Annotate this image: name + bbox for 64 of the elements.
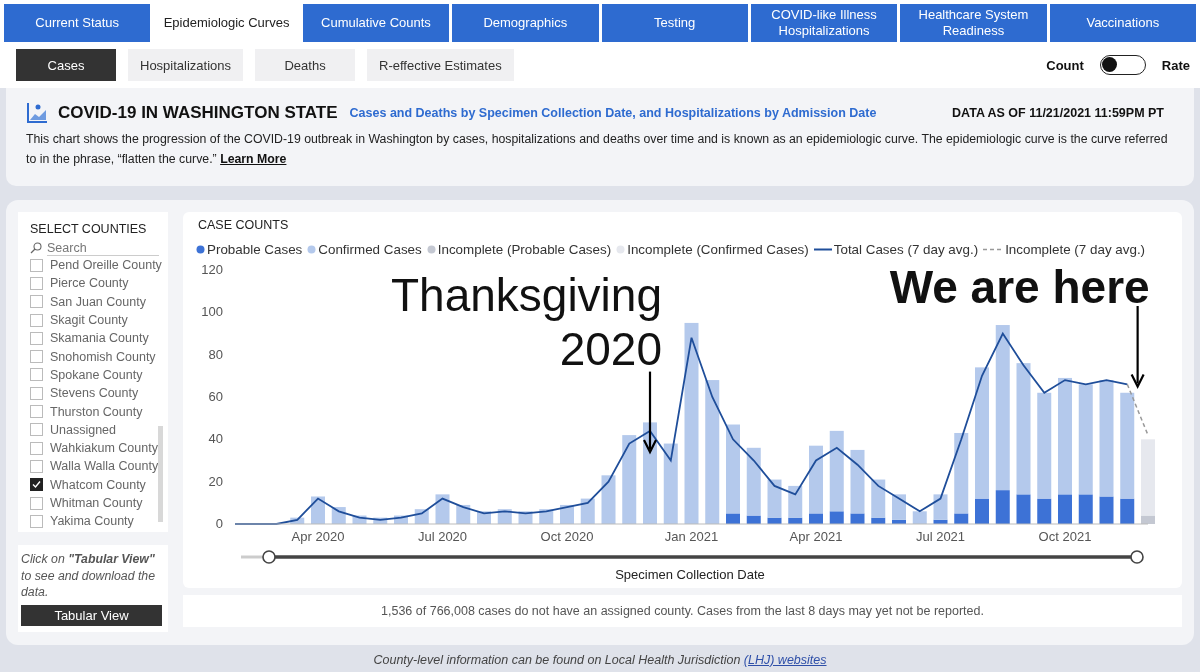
y-tick-label: 20 [208,473,223,489]
county-item[interactable]: Skamania County [30,329,168,348]
nav-tab[interactable]: Cumulative Counts [302,4,450,42]
county-item[interactable]: Walla Walla County [30,457,168,476]
x-axis-title: Specimen Collection Date [615,567,765,582]
y-tick-label: 80 [208,346,223,362]
lhj-link[interactable]: (LHJ) websites [743,653,827,667]
footnote-text: 1,536 of 766,008 cases do not have an assigned county. Cases from the last 8 days may yet not be reported. [183,595,1182,627]
county-item[interactable]: Whatcom County [30,475,168,494]
y-tick-label: 60 [208,389,223,404]
x-tick-label: Jul 2020 [417,529,468,544]
chart-subtitle: Cases and Deaths by Specimen Collection Date, and Hospitalizations by Admission Date [349,106,877,120]
y-tick-label: 40 [208,431,223,447]
page-title: COVID-19 IN WASHINGTON STATE [58,103,338,123]
county-item[interactable]: Wahkiakum County [30,438,168,458]
x-tick-label: Oct 2020 [540,529,594,544]
county-item[interactable]: Pierce County [30,274,168,293]
toggle-label: Count [1046,57,1084,73]
county-item[interactable]: Yakima County [30,512,168,531]
county-item[interactable]: Stevens County [30,384,168,403]
data-date: DATA AS OF 11/21/2021 11:59PM PT [952,106,1164,120]
nav-tab[interactable]: Healthcare System Readiness [900,4,1047,42]
x-tick-label: Jan 2021 [664,529,719,544]
legend-item[interactable]: Confirmed Cases [307,242,422,257]
county-item[interactable]: Skagit County [30,310,168,330]
learn-more-link[interactable]: Learn More [220,151,287,166]
y-tick-label: 120 [201,262,223,277]
description-text: This chart shows the progression of the COVID-19 outbreak in Washington by cases, hospitalizations and deaths over time and is known as an epidemiologic curve. The epidemiologic curve is the curve referred to in the phrase, “flatten the curve.” Learn More [26,131,1169,168]
legend-item[interactable]: Probable Cases [196,242,303,257]
nav-tab[interactable]: Demographics [452,4,599,42]
search-field[interactable]: Search [47,240,159,256]
legend-item[interactable]: Total Cases (7 day avg.) [813,242,979,257]
legend-item[interactable]: Incomplete (Confirmed Cases) [616,242,809,257]
jurisdiction-note: County-level information can be found on Local Health Jurisdiction (LHJ) websites [372,653,828,667]
county-item[interactable]: Spokane County [30,365,168,385]
x-tick-label: Apr 2020 [291,529,345,544]
toggle-label: Rate [1161,57,1190,73]
nav-tab[interactable]: Testing [601,4,748,42]
slicer-title: SELECT COUNTIES [30,222,148,236]
x-tick-label: Jul 2021 [915,529,966,544]
county-item[interactable]: Thurston County [30,402,168,421]
nav-tab[interactable]: Current Status [4,4,151,42]
county-item[interactable]: San Juan County [30,292,168,311]
legend-item[interactable]: Incomplete (Probable Cases) [426,242,612,257]
metric-tab[interactable]: R-effective Estimates [367,49,514,81]
county-item[interactable]: Pend Oreille County [30,256,168,275]
y-tick-label: 100 [201,304,223,320]
y-tick-label: 0 [215,516,223,531]
tabular-note: Click on "Tabular View" to see and download the data. [21,551,156,601]
county-item[interactable]: Whitman County [30,493,168,513]
metric-tab[interactable]: Cases [16,49,116,81]
annotation-text: Thanksgiving 2020 [389,267,662,376]
nav-tab[interactable]: COVID-like Illness Hospitalizations [750,4,898,42]
legend-item[interactable]: Incomplete (7 day avg.) [983,242,1146,257]
metric-tab[interactable]: Deaths [255,49,356,81]
county-item[interactable]: Snohomish County [30,347,168,366]
metric-tab[interactable]: Hospitalizations [128,49,244,81]
nav-tab[interactable]: Vaccinations [1049,4,1196,42]
tabular-view-button[interactable]: Tabular View [21,604,162,626]
x-tick-label: Oct 2021 [1038,529,1092,544]
annotation-text: We are here [889,264,1150,310]
county-item[interactable]: Unassigned [30,420,168,439]
chart-title: CASE COUNTS [198,218,290,232]
x-tick-label: Apr 2021 [789,529,843,544]
